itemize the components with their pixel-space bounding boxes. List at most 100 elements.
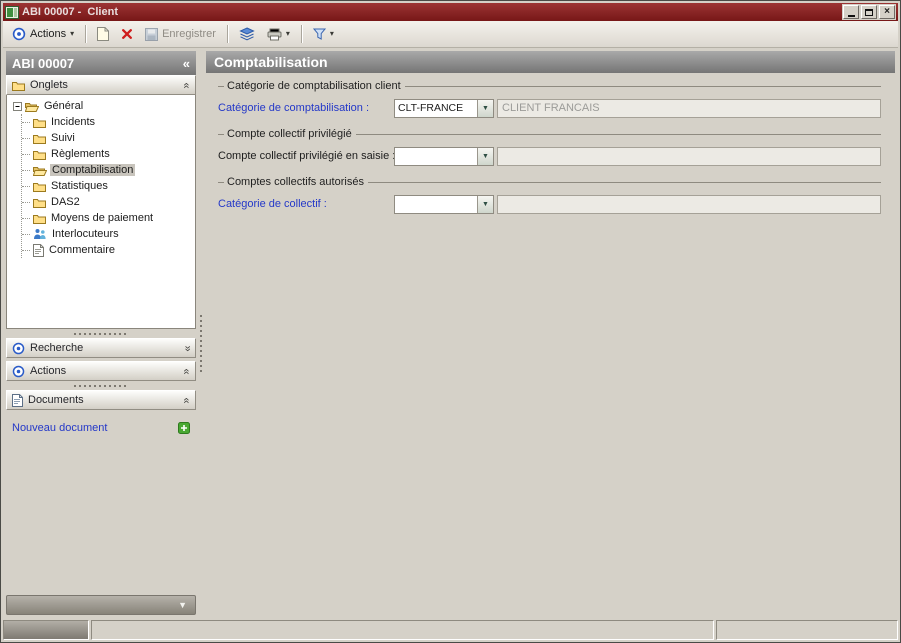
open-folder-icon — [33, 165, 47, 176]
collapse-expander-icon[interactable] — [13, 101, 22, 111]
tree-item-label: Moyens de paiement — [51, 212, 154, 224]
tree-item-label: Suivi — [51, 132, 75, 144]
new-page-button[interactable] — [92, 23, 114, 45]
tree-item-label: DAS2 — [51, 196, 80, 208]
panel-splitter-handle[interactable] — [6, 381, 196, 390]
tree-item-label: Commentaire — [49, 244, 116, 256]
content-area: ABI 00007 « Onglets » Général Incidents … — [3, 48, 898, 618]
chevron-down-icon: ▾ — [70, 29, 75, 38]
panel-actions-label: Actions — [30, 365, 67, 377]
tree-item-incidents[interactable]: Incidents — [22, 114, 193, 130]
tree-item-suivi[interactable]: Suivi — [22, 130, 193, 146]
open-folder-icon — [25, 101, 39, 112]
delete-button[interactable] — [116, 23, 138, 45]
page-title: Comptabilisation — [214, 54, 328, 70]
form-row-categorie-comptabilisation: Catégorie de comptabilisation : CLT-FRAN… — [218, 98, 883, 118]
actions-label: Actions — [30, 28, 67, 40]
tree-item-moyens-de-paiement[interactable]: Moyens de paiement — [22, 210, 193, 226]
people-icon — [33, 228, 47, 240]
window-controls: × — [842, 4, 896, 20]
chevron-up-icon: » — [180, 396, 193, 404]
compte-collectif-saisie-combobox[interactable]: ▼ — [394, 146, 494, 166]
tree-item-label: Interlocuteurs — [52, 228, 119, 240]
tree-item-label: Incidents — [51, 116, 96, 128]
categorie-comptabilisation-combobox[interactable]: CLT-FRANCE ▼ — [394, 98, 494, 118]
panel-header-recherche[interactable]: Recherche » — [6, 338, 196, 358]
compte-collectif-saisie-description-field — [497, 146, 881, 166]
printer-icon — [267, 28, 282, 41]
folder-icon — [33, 213, 46, 224]
chevron-down-icon: ▾ — [329, 29, 334, 38]
chevron-up-icon: » — [180, 367, 193, 375]
vertical-splitter[interactable] — [196, 51, 206, 615]
app-window: ABI 00007 - Client × Actions ▾ Enregistr… — [0, 0, 901, 643]
close-button[interactable]: × — [879, 5, 895, 19]
sidebar-title: ABI 00007 — [12, 55, 75, 71]
panel-splitter-handle[interactable] — [6, 329, 196, 338]
tree-item-label-selected: Comptabilisation — [50, 164, 136, 176]
tree-item-general[interactable]: Général — [9, 98, 193, 114]
toolbar: Actions ▾ Enregistrer ▾ ▾ — [3, 21, 898, 48]
sidebar: ABI 00007 « Onglets » Général Incidents … — [6, 51, 196, 615]
folder-icon — [33, 133, 46, 144]
group-legend-text: Comptes collectifs autorisés — [227, 176, 364, 188]
toolbar-separator — [226, 25, 228, 43]
new-page-icon — [97, 27, 110, 41]
compte-collectif-saisie-label: Compte collectif privilégié en saisie : — [218, 150, 396, 162]
tree-item-comptabilisation[interactable]: Comptabilisation — [22, 162, 193, 178]
print-button[interactable]: ▾ — [262, 23, 295, 45]
add-plus-icon[interactable] — [178, 422, 190, 434]
tree-item-label: Général — [44, 100, 84, 112]
sidebar-bottom-bar[interactable]: ▼ — [6, 595, 196, 615]
chevron-down-icon: ▾ — [285, 29, 290, 38]
delete-x-icon — [121, 28, 133, 40]
panel-header-actions[interactable]: Actions » — [6, 361, 196, 381]
maximize-button[interactable] — [861, 5, 877, 19]
categorie-collectif-description-field — [497, 194, 881, 214]
new-document-link[interactable]: Nouveau document — [12, 422, 178, 434]
group-legend-text: Compte collectif privilégié — [227, 128, 352, 140]
panel-header-onglets[interactable]: Onglets » — [6, 75, 196, 95]
tree-item-reglements[interactable]: Règlements — [22, 146, 193, 162]
combobox-dropdown-icon[interactable]: ▼ — [477, 195, 493, 213]
save-button[interactable]: Enregistrer — [140, 23, 221, 45]
save-label: Enregistrer — [162, 28, 216, 40]
tree-children: Incidents Suivi Règlements Comptabilisat… — [21, 114, 193, 258]
sidebar-header: ABI 00007 « — [6, 51, 196, 75]
chevron-down-icon: » — [181, 344, 194, 352]
tree-item-das2[interactable]: DAS2 — [22, 194, 193, 210]
sidebar-collapse-button[interactable]: « — [183, 56, 190, 71]
statusbar-cell-left — [3, 620, 89, 640]
chevron-down-icon: ▼ — [178, 600, 187, 610]
toolbar-separator — [300, 25, 302, 43]
statusbar-cell-middle — [91, 620, 714, 640]
tree-item-statistiques[interactable]: Statistiques — [22, 178, 193, 194]
toolbar-separator — [85, 25, 87, 43]
main-header: Comptabilisation — [206, 51, 895, 73]
filter-funnel-icon — [312, 28, 326, 40]
minimize-button[interactable] — [843, 5, 859, 19]
group-legend-collectifs-autorises: Comptes collectifs autorisés — [218, 175, 883, 189]
window-title: ABI 00007 - Client — [22, 6, 118, 18]
main-body: Catégorie de comptabilisation client Cat… — [206, 73, 895, 615]
onglets-tree: Général Incidents Suivi Règlements Compt… — [6, 95, 196, 329]
tree-item-label: Règlements — [51, 148, 110, 160]
panel-recherche-label: Recherche — [30, 342, 84, 354]
combobox-dropdown-icon[interactable]: ▼ — [477, 147, 493, 165]
categorie-collectif-combobox[interactable]: ▼ — [394, 194, 494, 214]
categorie-collectif-label[interactable]: Catégorie de collectif : — [218, 198, 394, 210]
filter-button[interactable]: ▾ — [308, 23, 339, 45]
actions-target-icon — [12, 365, 25, 378]
document-icon — [33, 243, 44, 257]
combobox-dropdown-icon[interactable]: ▼ — [477, 99, 493, 117]
panel-header-documents[interactable]: Documents » — [6, 390, 196, 410]
categorie-comptabilisation-label[interactable]: Catégorie de comptabilisation : — [218, 102, 394, 114]
panel-documents-label: Documents — [28, 394, 84, 406]
tree-item-commentaire[interactable]: Commentaire — [22, 242, 193, 258]
tree-item-label: Statistiques — [51, 180, 108, 192]
search-target-icon — [12, 342, 25, 355]
actions-menu-button[interactable]: Actions ▾ — [7, 23, 79, 45]
tree-item-interlocuteurs[interactable]: Interlocuteurs — [22, 226, 193, 242]
refresh-data-button[interactable] — [234, 23, 260, 45]
titlebar: ABI 00007 - Client × — [3, 3, 898, 21]
